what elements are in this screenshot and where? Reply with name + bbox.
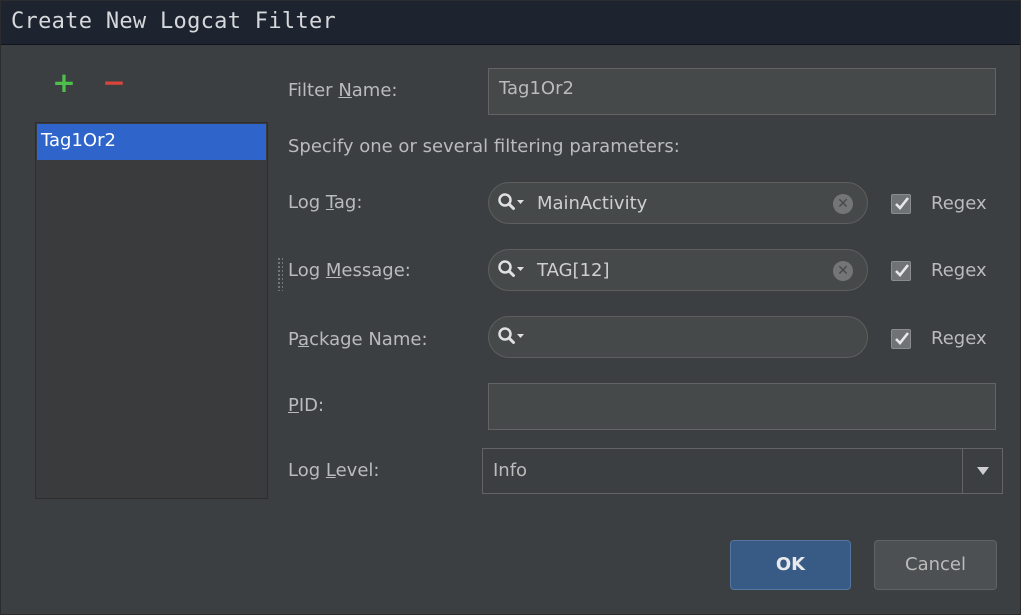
search-icon[interactable]	[497, 326, 527, 348]
check-icon[interactable]	[891, 261, 911, 281]
regex-label: Regex	[931, 328, 987, 349]
log-tag-regex-checkbox[interactable]: Regex	[891, 192, 1006, 218]
log-level-label: Log Level:	[288, 460, 380, 481]
title-bar[interactable]: Create New Logcat Filter	[1, 1, 1020, 45]
clear-icon[interactable]: ✕	[833, 261, 853, 281]
check-icon[interactable]	[891, 194, 911, 214]
log-tag-label: Log Tag:	[288, 192, 363, 213]
cancel-button[interactable]: Cancel	[874, 540, 997, 590]
logcat-filter-dialog: Create New Logcat Filter + − Tag1Or2 Fil…	[0, 0, 1021, 615]
log-message-regex-checkbox[interactable]: Regex	[891, 259, 1006, 285]
clear-icon[interactable]: ✕	[833, 194, 853, 214]
ok-button[interactable]: OK	[730, 540, 851, 590]
chevron-down-icon[interactable]	[962, 449, 1002, 493]
regex-label: Regex	[931, 193, 987, 214]
add-filter-button[interactable]: +	[51, 69, 77, 97]
log-level-value: Info	[493, 460, 528, 481]
filter-list-item[interactable]: Tag1Or2	[37, 124, 266, 160]
log-tag-search-field[interactable]: MainActivity ✕	[488, 182, 868, 224]
pid-label: PID:	[288, 395, 325, 416]
package-name-regex-checkbox[interactable]: Regex	[891, 327, 1006, 353]
regex-label: Regex	[931, 260, 987, 281]
log-message-search-field[interactable]: TAG[12] ✕	[488, 249, 868, 291]
splitter-grip[interactable]	[277, 257, 283, 291]
search-icon[interactable]	[497, 192, 527, 214]
filter-name-input[interactable]: Tag1Or2	[488, 68, 996, 115]
package-name-label: Package Name:	[288, 329, 428, 350]
log-tag-value: MainActivity	[537, 193, 648, 214]
remove-filter-button[interactable]: −	[101, 69, 127, 97]
check-icon[interactable]	[891, 329, 911, 349]
log-message-value: TAG[12]	[537, 260, 610, 281]
search-icon[interactable]	[497, 259, 527, 281]
filter-hint-text: Specify one or several filtering paramet…	[288, 136, 680, 157]
filter-list: Tag1Or2	[35, 122, 268, 499]
log-level-select[interactable]: Info	[482, 448, 1003, 494]
filter-name-label: Filter Name:	[288, 80, 398, 101]
package-name-search-field[interactable]	[488, 316, 868, 358]
log-message-label: Log Message:	[288, 260, 411, 281]
dialog-title: Create New Logcat Filter	[11, 9, 337, 34]
pid-input[interactable]	[488, 383, 996, 430]
